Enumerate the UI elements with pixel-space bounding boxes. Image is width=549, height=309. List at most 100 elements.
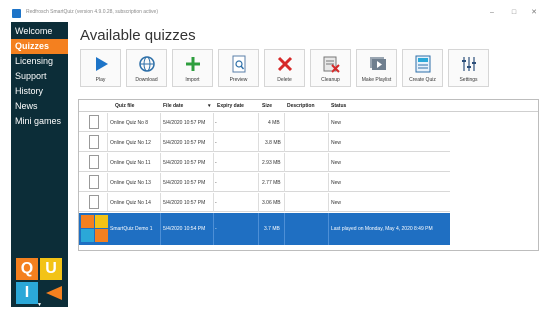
size-cell: 3.7 MB bbox=[264, 226, 280, 232]
table-row[interactable]: Online Quiz No 14 5/4/2020 10:57 PM - 3.… bbox=[79, 193, 450, 212]
table-row[interactable]: Online Quiz No 11 5/4/2020 10:57 PM - 2.… bbox=[79, 153, 450, 172]
import-label: Import bbox=[185, 77, 200, 83]
play-icon bbox=[91, 55, 111, 73]
plus-icon bbox=[183, 55, 203, 73]
column-header-expiry-date[interactable]: Expiry date bbox=[217, 103, 244, 109]
file-date-cell: 5/4/2020 10:57 PM bbox=[163, 180, 206, 186]
sidebar-expand-icon[interactable]: ▼ bbox=[37, 302, 43, 308]
quiz-logo-thumbnail-icon bbox=[81, 215, 109, 243]
expiry-date-cell: - bbox=[215, 180, 217, 186]
create-quiz-icon bbox=[413, 55, 433, 73]
delete-label: Delete bbox=[277, 77, 292, 83]
logo-letter-u: U bbox=[45, 260, 57, 277]
delete-button[interactable]: Delete bbox=[264, 49, 305, 87]
column-header-status[interactable]: Status bbox=[331, 103, 346, 109]
cleanup-label: Cleanup bbox=[321, 77, 340, 83]
preview-icon bbox=[229, 55, 249, 73]
download-label: Download bbox=[135, 77, 158, 83]
expiry-date-cell: - bbox=[215, 120, 217, 126]
size-cell: 4 MB bbox=[268, 120, 280, 126]
title-bar: Redfrosch SmartQuiz (version 4.9.0.28, s… bbox=[0, 6, 549, 22]
document-icon bbox=[89, 135, 99, 149]
make-playlist-button[interactable]: Make Playlist bbox=[356, 49, 397, 87]
column-header-size[interactable]: Size bbox=[262, 103, 272, 109]
status-cell: New bbox=[331, 180, 342, 186]
status-cell: Last played on Monday, May 4, 2020 8:49 … bbox=[331, 226, 433, 232]
quiz-file-cell: Online Quiz No 8 bbox=[110, 120, 149, 126]
quiz-file-cell: Online Quiz No 11 bbox=[110, 160, 151, 166]
table-row-selected[interactable]: SmartQuiz Demo 1 5/4/2020 10:54 PM - 3.7… bbox=[79, 213, 450, 245]
playlist-icon bbox=[367, 55, 387, 73]
file-date-cell: 5/4/2020 10:57 PM bbox=[163, 140, 206, 146]
app-icon bbox=[12, 9, 21, 18]
column-header-quiz-file[interactable]: Quiz file bbox=[115, 103, 134, 109]
window-title: Redfrosch SmartQuiz (version 4.9.0.28, s… bbox=[26, 9, 158, 15]
sidebar-item-history[interactable]: History bbox=[11, 84, 68, 99]
status-cell: New bbox=[331, 160, 342, 166]
cleanup-button[interactable]: Cleanup bbox=[310, 49, 351, 87]
status-cell: New bbox=[331, 120, 342, 126]
sidebar-item-quizzes[interactable]: Quizzes bbox=[11, 39, 68, 54]
logo-letter-i: I bbox=[24, 284, 30, 301]
file-date-cell: 5/4/2020 10:57 PM bbox=[163, 160, 206, 166]
column-header-description[interactable]: Description bbox=[287, 103, 315, 109]
sort-desc-icon: ▾ bbox=[208, 103, 211, 109]
logo-letter-q: Q bbox=[20, 260, 34, 277]
app-window: Redfrosch SmartQuiz (version 4.9.0.28, s… bbox=[0, 0, 549, 309]
size-cell: 2.77 MB bbox=[262, 180, 281, 186]
play-button[interactable]: Play bbox=[80, 49, 121, 87]
settings-label: Settings bbox=[459, 77, 478, 83]
page-title: Available quizzes bbox=[80, 27, 196, 44]
expiry-date-cell: - bbox=[215, 200, 217, 206]
download-button[interactable]: Download bbox=[126, 49, 167, 87]
expiry-date-cell: - bbox=[215, 160, 217, 166]
size-cell: 3.06 MB bbox=[262, 200, 281, 206]
cleanup-icon bbox=[321, 55, 341, 73]
logo-z-shape bbox=[40, 282, 62, 304]
document-icon bbox=[89, 175, 99, 189]
create-quiz-label: Create Quiz bbox=[409, 77, 436, 83]
size-cell: 2.93 MB bbox=[262, 160, 281, 166]
quiz-file-cell: Online Quiz No 14 bbox=[110, 200, 151, 206]
play-label: Play bbox=[95, 77, 106, 83]
minimize-button[interactable]: – bbox=[485, 7, 499, 19]
sliders-icon bbox=[459, 55, 479, 73]
sidebar: Welcome Quizzes Licensing Support Histor… bbox=[11, 22, 68, 308]
file-date-cell: 5/4/2020 10:57 PM bbox=[163, 120, 206, 126]
sidebar-item-news[interactable]: News bbox=[11, 99, 68, 114]
table-row[interactable]: Online Quiz No 13 5/4/2020 10:57 PM - 2.… bbox=[79, 173, 450, 192]
sidebar-item-welcome[interactable]: Welcome bbox=[11, 24, 68, 39]
status-cell: New bbox=[331, 140, 342, 146]
size-cell: 3.8 MB bbox=[265, 140, 281, 146]
maximize-button[interactable]: □ bbox=[507, 7, 521, 19]
quiz-file-cell: SmartQuiz Demo 1 bbox=[110, 226, 153, 232]
document-icon bbox=[89, 195, 99, 209]
expiry-date-cell: - bbox=[215, 226, 217, 232]
status-cell: New bbox=[331, 200, 342, 206]
table-row[interactable]: Online Quiz No 12 5/4/2020 10:57 PM - 3.… bbox=[79, 133, 450, 152]
close-button[interactable]: ✕ bbox=[527, 7, 541, 19]
table-header: Quiz file File date ▾ Expiry date Size D… bbox=[79, 100, 538, 112]
preview-button[interactable]: Preview bbox=[218, 49, 259, 87]
quiz-logo: Q U I bbox=[16, 258, 64, 306]
import-button[interactable]: Import bbox=[172, 49, 213, 87]
file-date-cell: 5/4/2020 10:54 PM bbox=[163, 226, 206, 232]
document-icon bbox=[89, 155, 99, 169]
sidebar-item-support[interactable]: Support bbox=[11, 69, 68, 84]
quiz-table[interactable]: Quiz file File date ▾ Expiry date Size D… bbox=[78, 99, 539, 251]
column-header-file-date[interactable]: File date bbox=[163, 103, 183, 109]
make-playlist-label: Make Playlist bbox=[361, 77, 392, 83]
table-row[interactable]: Online Quiz No 8 5/4/2020 10:57 PM - 4 M… bbox=[79, 113, 450, 132]
preview-label: Preview bbox=[229, 77, 248, 83]
settings-button[interactable]: Settings bbox=[448, 49, 489, 87]
document-icon bbox=[89, 115, 99, 129]
expiry-date-cell: - bbox=[215, 140, 217, 146]
quiz-file-cell: Online Quiz No 13 bbox=[110, 180, 151, 186]
file-date-cell: 5/4/2020 10:57 PM bbox=[163, 200, 206, 206]
globe-icon bbox=[137, 55, 157, 73]
delete-icon bbox=[275, 55, 295, 73]
quiz-file-cell: Online Quiz No 12 bbox=[110, 140, 151, 146]
create-quiz-button[interactable]: Create Quiz bbox=[402, 49, 443, 87]
sidebar-item-licensing[interactable]: Licensing bbox=[11, 54, 68, 69]
sidebar-item-mini-games[interactable]: Mini games bbox=[11, 114, 68, 129]
